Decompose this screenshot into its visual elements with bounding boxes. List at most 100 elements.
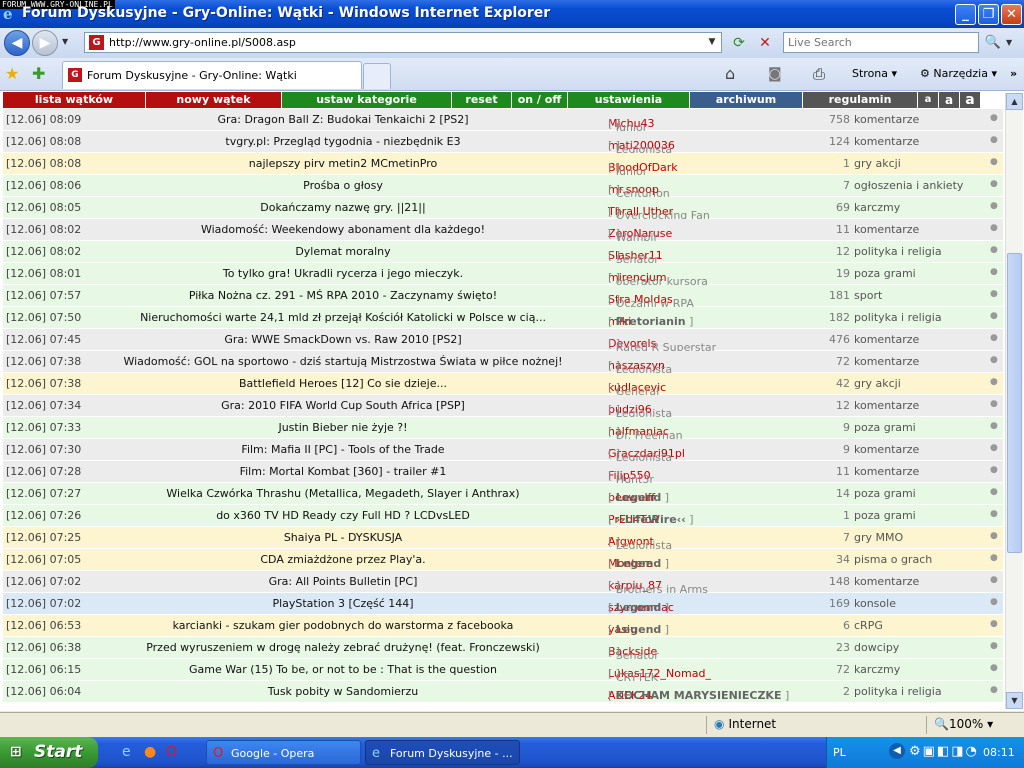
- show-hidden-icons-icon[interactable]: ◀: [889, 743, 905, 759]
- thread-title-link[interactable]: do x360 TV HD Ready czy Full HD ? LCDvsL…: [113, 509, 573, 522]
- menu-item[interactable]: a: [960, 92, 981, 108]
- thread-title-link[interactable]: PlayStation 3 [Część 144]: [113, 597, 573, 610]
- thread-row[interactable]: [12.06] 06:53 karcianki - szukam gier pod…: [3, 615, 1003, 637]
- thread-row[interactable]: [12.06] 06:15 Game War (15) To be, or not…: [3, 659, 1003, 684]
- thread-row[interactable]: [12.06] 07:26 do x360 TV HD Ready czy Ful…: [3, 505, 1003, 527]
- taskbar-item-opera[interactable]: O Google - Opera: [206, 740, 361, 765]
- thread-title-link[interactable]: Dokańczamy nazwę gry. ||21||: [113, 201, 573, 214]
- thread-marker-icon[interactable]: ●: [990, 157, 998, 167]
- thread-row[interactable]: [12.06] 06:38 Przed wyruszeniem w drogę n…: [3, 637, 1003, 662]
- thread-marker-icon[interactable]: ●: [990, 311, 998, 321]
- thread-category[interactable]: komentarze: [854, 399, 919, 412]
- search-icon[interactable]: 🔍: [982, 32, 1004, 54]
- search-options-icon[interactable]: ▼: [1006, 38, 1012, 47]
- thread-row[interactable]: [12.06] 08:09 Gra: Dragon Ball Z: Budokai…: [3, 109, 1003, 134]
- thread-category[interactable]: karczmy: [854, 663, 900, 676]
- vertical-scrollbar[interactable]: ▲ ▼: [1005, 93, 1023, 709]
- thread-marker-icon[interactable]: ●: [990, 333, 998, 343]
- menu-item[interactable]: a: [939, 92, 960, 108]
- ie-quicklaunch-icon[interactable]: e: [122, 744, 131, 762]
- thread-title-link[interactable]: Shaiya PL - DYSKUSJA: [113, 531, 573, 544]
- thread-title-link[interactable]: tvgry.pl: Przegląd tygodnia - niezbędnik…: [113, 135, 573, 148]
- thread-marker-icon[interactable]: ●: [990, 619, 998, 629]
- thread-title-link[interactable]: Battlefield Heroes [12] Co sie dzieje...: [113, 377, 573, 390]
- thread-marker-icon[interactable]: ●: [990, 399, 998, 409]
- thread-row[interactable]: [12.06] 08:08 tvgry.pl: Przegląd tygodnia…: [3, 131, 1003, 156]
- thread-row[interactable]: [12.06] 07:25 Shaiya PL - DYSKUSJA Argwont…: [3, 527, 1003, 552]
- menu-item[interactable]: regulamin: [803, 92, 918, 108]
- thread-title-link[interactable]: To tylko gra! Ukradli rycerza i jego mie…: [113, 267, 573, 280]
- thread-marker-icon[interactable]: ●: [990, 201, 998, 211]
- forward-button[interactable]: ▶: [32, 30, 58, 56]
- menu-item[interactable]: reset: [452, 92, 512, 108]
- stop-icon[interactable]: ✕: [754, 32, 776, 54]
- thread-row[interactable]: [12.06] 08:02 Wiadomość: Weekendowy abona…: [3, 219, 1003, 244]
- thread-category[interactable]: polityka i religia: [854, 245, 942, 258]
- address-bar[interactable]: G http://www.gry-online.pl/S008.asp ▼: [84, 32, 722, 53]
- thread-marker-icon[interactable]: ●: [990, 553, 998, 563]
- search-input[interactable]: [788, 34, 968, 51]
- menu-item[interactable]: ustawienia: [568, 92, 690, 108]
- thread-category[interactable]: konsole: [854, 597, 896, 610]
- thread-row[interactable]: [12.06] 07:34 Gra: 2010 FIFA World Cup So…: [3, 395, 1003, 420]
- thread-category[interactable]: dowcipy: [854, 641, 899, 654]
- thread-title-link[interactable]: Wiadomość: Weekendowy abonament dla każd…: [113, 223, 573, 236]
- address-url[interactable]: http://www.gry-online.pl/S008.asp: [109, 36, 296, 49]
- thread-title-link[interactable]: Gra: WWE SmackDown vs. Raw 2010 [PS2]: [113, 333, 573, 346]
- thread-category[interactable]: cRPG: [854, 619, 883, 632]
- thread-title-link[interactable]: Film: Mafia II [PC] - Tools of the Trade: [113, 443, 573, 456]
- thread-category[interactable]: pisma o grach: [854, 553, 932, 566]
- thread-marker-icon[interactable]: ●: [990, 377, 998, 387]
- thread-marker-icon[interactable]: ●: [990, 663, 998, 673]
- menu-item[interactable]: lista wątków: [3, 92, 146, 108]
- thread-category[interactable]: komentarze: [854, 113, 919, 126]
- thread-title-link[interactable]: Przed wyruszeniem w drogę należy zebrać …: [113, 641, 573, 654]
- thread-category[interactable]: gry MMO: [854, 531, 903, 544]
- thread-category[interactable]: poza grami: [854, 267, 916, 280]
- thread-title-link[interactable]: CDA zmiażdżone przez Play'a.: [113, 553, 573, 566]
- menu-item[interactable]: on / off: [512, 92, 568, 108]
- search-box[interactable]: [783, 32, 979, 53]
- back-button[interactable]: ◀: [4, 30, 30, 56]
- tray-icons[interactable]: ⚙▣◧◨◔: [909, 744, 979, 759]
- thread-category[interactable]: komentarze: [854, 575, 919, 588]
- thread-title-link[interactable]: Gra: 2010 FIFA World Cup South Africa [P…: [113, 399, 573, 412]
- thread-row[interactable]: [12.06] 08:08 najlepszy pirv metin2 MCmet…: [3, 153, 1003, 178]
- more-commands-button[interactable]: »: [1010, 64, 1017, 84]
- close-button[interactable]: ✕: [1001, 4, 1022, 25]
- thread-category[interactable]: polityka i religia: [854, 311, 942, 324]
- thread-marker-icon[interactable]: ●: [990, 267, 998, 277]
- scroll-up-button[interactable]: ▲: [1006, 93, 1023, 110]
- thread-row[interactable]: [12.06] 07:27 Wielka Czwórka Thrashu (Met…: [3, 483, 1003, 505]
- thread-row[interactable]: [12.06] 07:45 Gra: WWE SmackDown vs. Raw …: [3, 329, 1003, 354]
- thread-row[interactable]: [12.06] 07:38 Wiadomość: GOL na sportowo …: [3, 351, 1003, 376]
- tools-menu-button[interactable]: ⚙ Narzędzia ▾: [920, 64, 997, 84]
- start-button[interactable]: ⊞ Start: [0, 737, 98, 768]
- thread-title-link[interactable]: Film: Mortal Kombat [360] - trailer #1: [113, 465, 573, 478]
- thread-row[interactable]: [12.06] 07:02 PlayStation 3 [Część 144] sz…: [3, 593, 1003, 615]
- thread-row[interactable]: [12.06] 08:02 Dylemat moralny Slasher11 [ …: [3, 241, 1003, 266]
- thread-category[interactable]: polityka i religia: [854, 685, 942, 698]
- thread-marker-icon[interactable]: ●: [990, 487, 998, 497]
- thread-category[interactable]: komentarze: [854, 223, 919, 236]
- zoom-control[interactable]: 🔍100% ▾: [934, 717, 993, 731]
- thread-title-link[interactable]: Dylemat moralny: [113, 245, 573, 258]
- feeds-icon[interactable]: ◙: [768, 64, 782, 84]
- thread-category[interactable]: poza grami: [854, 487, 916, 500]
- thread-title-link[interactable]: Gra: All Points Bulletin [PC]: [113, 575, 573, 588]
- thread-row[interactable]: [12.06] 07:50 Nieruchomości warte 24,1 ml…: [3, 307, 1003, 329]
- thread-marker-icon[interactable]: ●: [990, 421, 998, 431]
- thread-category[interactable]: gry akcji: [854, 377, 901, 390]
- thread-marker-icon[interactable]: ●: [990, 685, 998, 695]
- scroll-down-button[interactable]: ▼: [1006, 692, 1023, 709]
- home-icon[interactable]: ⌂: [725, 64, 735, 84]
- thread-title-link[interactable]: Prośba o głosy: [113, 179, 573, 192]
- thread-title-link[interactable]: Wielka Czwórka Thrashu (Metallica, Megad…: [113, 487, 573, 500]
- thread-row[interactable]: [12.06] 07:28 Film: Mortal Kombat [360] -…: [3, 461, 1003, 486]
- thread-category[interactable]: poza grami: [854, 421, 916, 434]
- thread-category[interactable]: ogłoszenia i ankiety: [854, 179, 963, 192]
- opera-quicklaunch-icon[interactable]: O: [166, 744, 177, 762]
- thread-row[interactable]: [12.06] 07:38 Battlefield Heroes [12] Co …: [3, 373, 1003, 398]
- new-tab-button[interactable]: [363, 63, 391, 89]
- address-dropdown-icon[interactable]: ▼: [705, 35, 719, 50]
